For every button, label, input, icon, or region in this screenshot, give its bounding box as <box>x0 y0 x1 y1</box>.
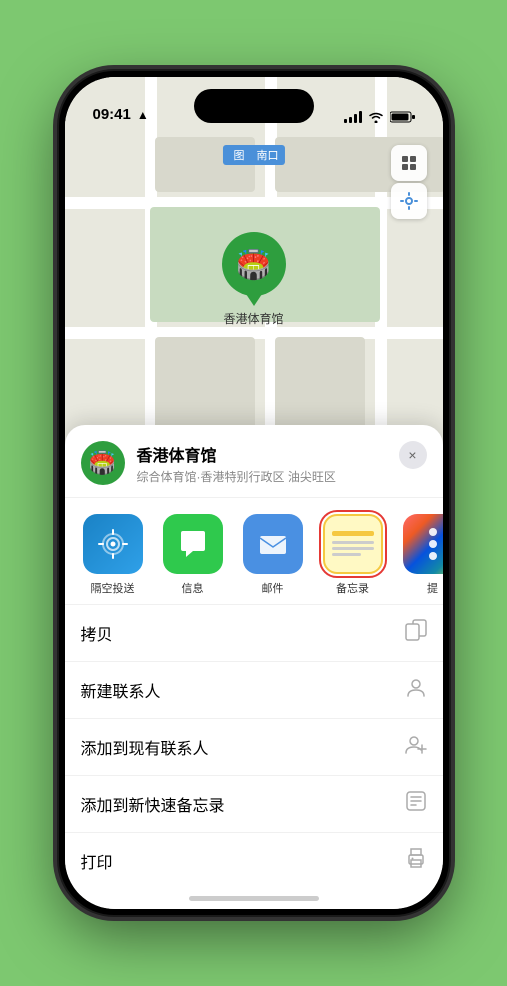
note-icon <box>405 790 427 818</box>
pin-label: 香港体育馆 <box>223 310 283 327</box>
venue-subtitle: 综合体育馆·香港特别行政区 油尖旺区 <box>137 468 427 485</box>
battery-icon <box>390 111 415 123</box>
mail-icon <box>243 514 303 574</box>
wifi-icon <box>368 111 384 123</box>
share-row: 隔空投送 信息 <box>65 498 443 604</box>
bottom-sheet: 🏟️ 香港体育馆 综合体育馆·香港特别行政区 油尖旺区 × <box>65 425 443 909</box>
airdrop-icon <box>83 514 143 574</box>
action-copy[interactable]: 拷贝 <box>65 604 443 661</box>
location-arrow-icon: ▲ <box>137 108 149 122</box>
action-add-notes[interactable]: 添加到新快速备忘录 <box>65 775 443 832</box>
venue-header: 🏟️ 香港体育馆 综合体育馆·香港特别行政区 油尖旺区 × <box>65 425 443 498</box>
status-icons <box>344 111 415 123</box>
map-label: 图 南口 <box>222 145 284 165</box>
action-add-existing[interactable]: 添加到现有联系人 <box>65 718 443 775</box>
share-item-message[interactable]: 信息 <box>153 514 233 596</box>
time-display: 09:41 <box>93 106 131 123</box>
person-icon <box>405 676 427 704</box>
signal-icon <box>344 111 362 123</box>
venue-icon: 🏟️ <box>81 441 125 485</box>
phone-screen: 09:41 ▲ <box>65 77 443 909</box>
share-item-airdrop[interactable]: 隔空投送 <box>73 514 153 596</box>
share-item-notes[interactable]: 备忘录 <box>313 514 393 596</box>
copy-icon <box>405 619 427 647</box>
action-print[interactable]: 打印 <box>65 832 443 889</box>
venue-name: 香港体育馆 <box>137 442 427 466</box>
more-icon <box>403 514 443 574</box>
phone-frame: 09:41 ▲ <box>59 71 449 915</box>
map-controls <box>391 145 427 219</box>
message-icon <box>163 514 223 574</box>
status-time: 09:41 ▲ <box>93 106 149 123</box>
location-pin: 🏟️ 香港体育馆 <box>222 232 286 327</box>
notes-icon <box>323 514 383 574</box>
map-layers-button[interactable] <box>391 145 427 181</box>
print-icon <box>405 847 427 875</box>
location-button[interactable] <box>391 183 427 219</box>
share-item-more[interactable]: 提 <box>393 514 443 596</box>
close-button[interactable]: × <box>399 441 427 469</box>
dynamic-island <box>194 89 314 123</box>
action-new-contact[interactable]: 新建联系人 <box>65 661 443 718</box>
home-indicator <box>189 896 319 901</box>
person-add-icon <box>405 733 427 761</box>
action-list: 拷贝 新建联系人 <box>65 604 443 909</box>
share-item-mail[interactable]: 邮件 <box>233 514 313 596</box>
